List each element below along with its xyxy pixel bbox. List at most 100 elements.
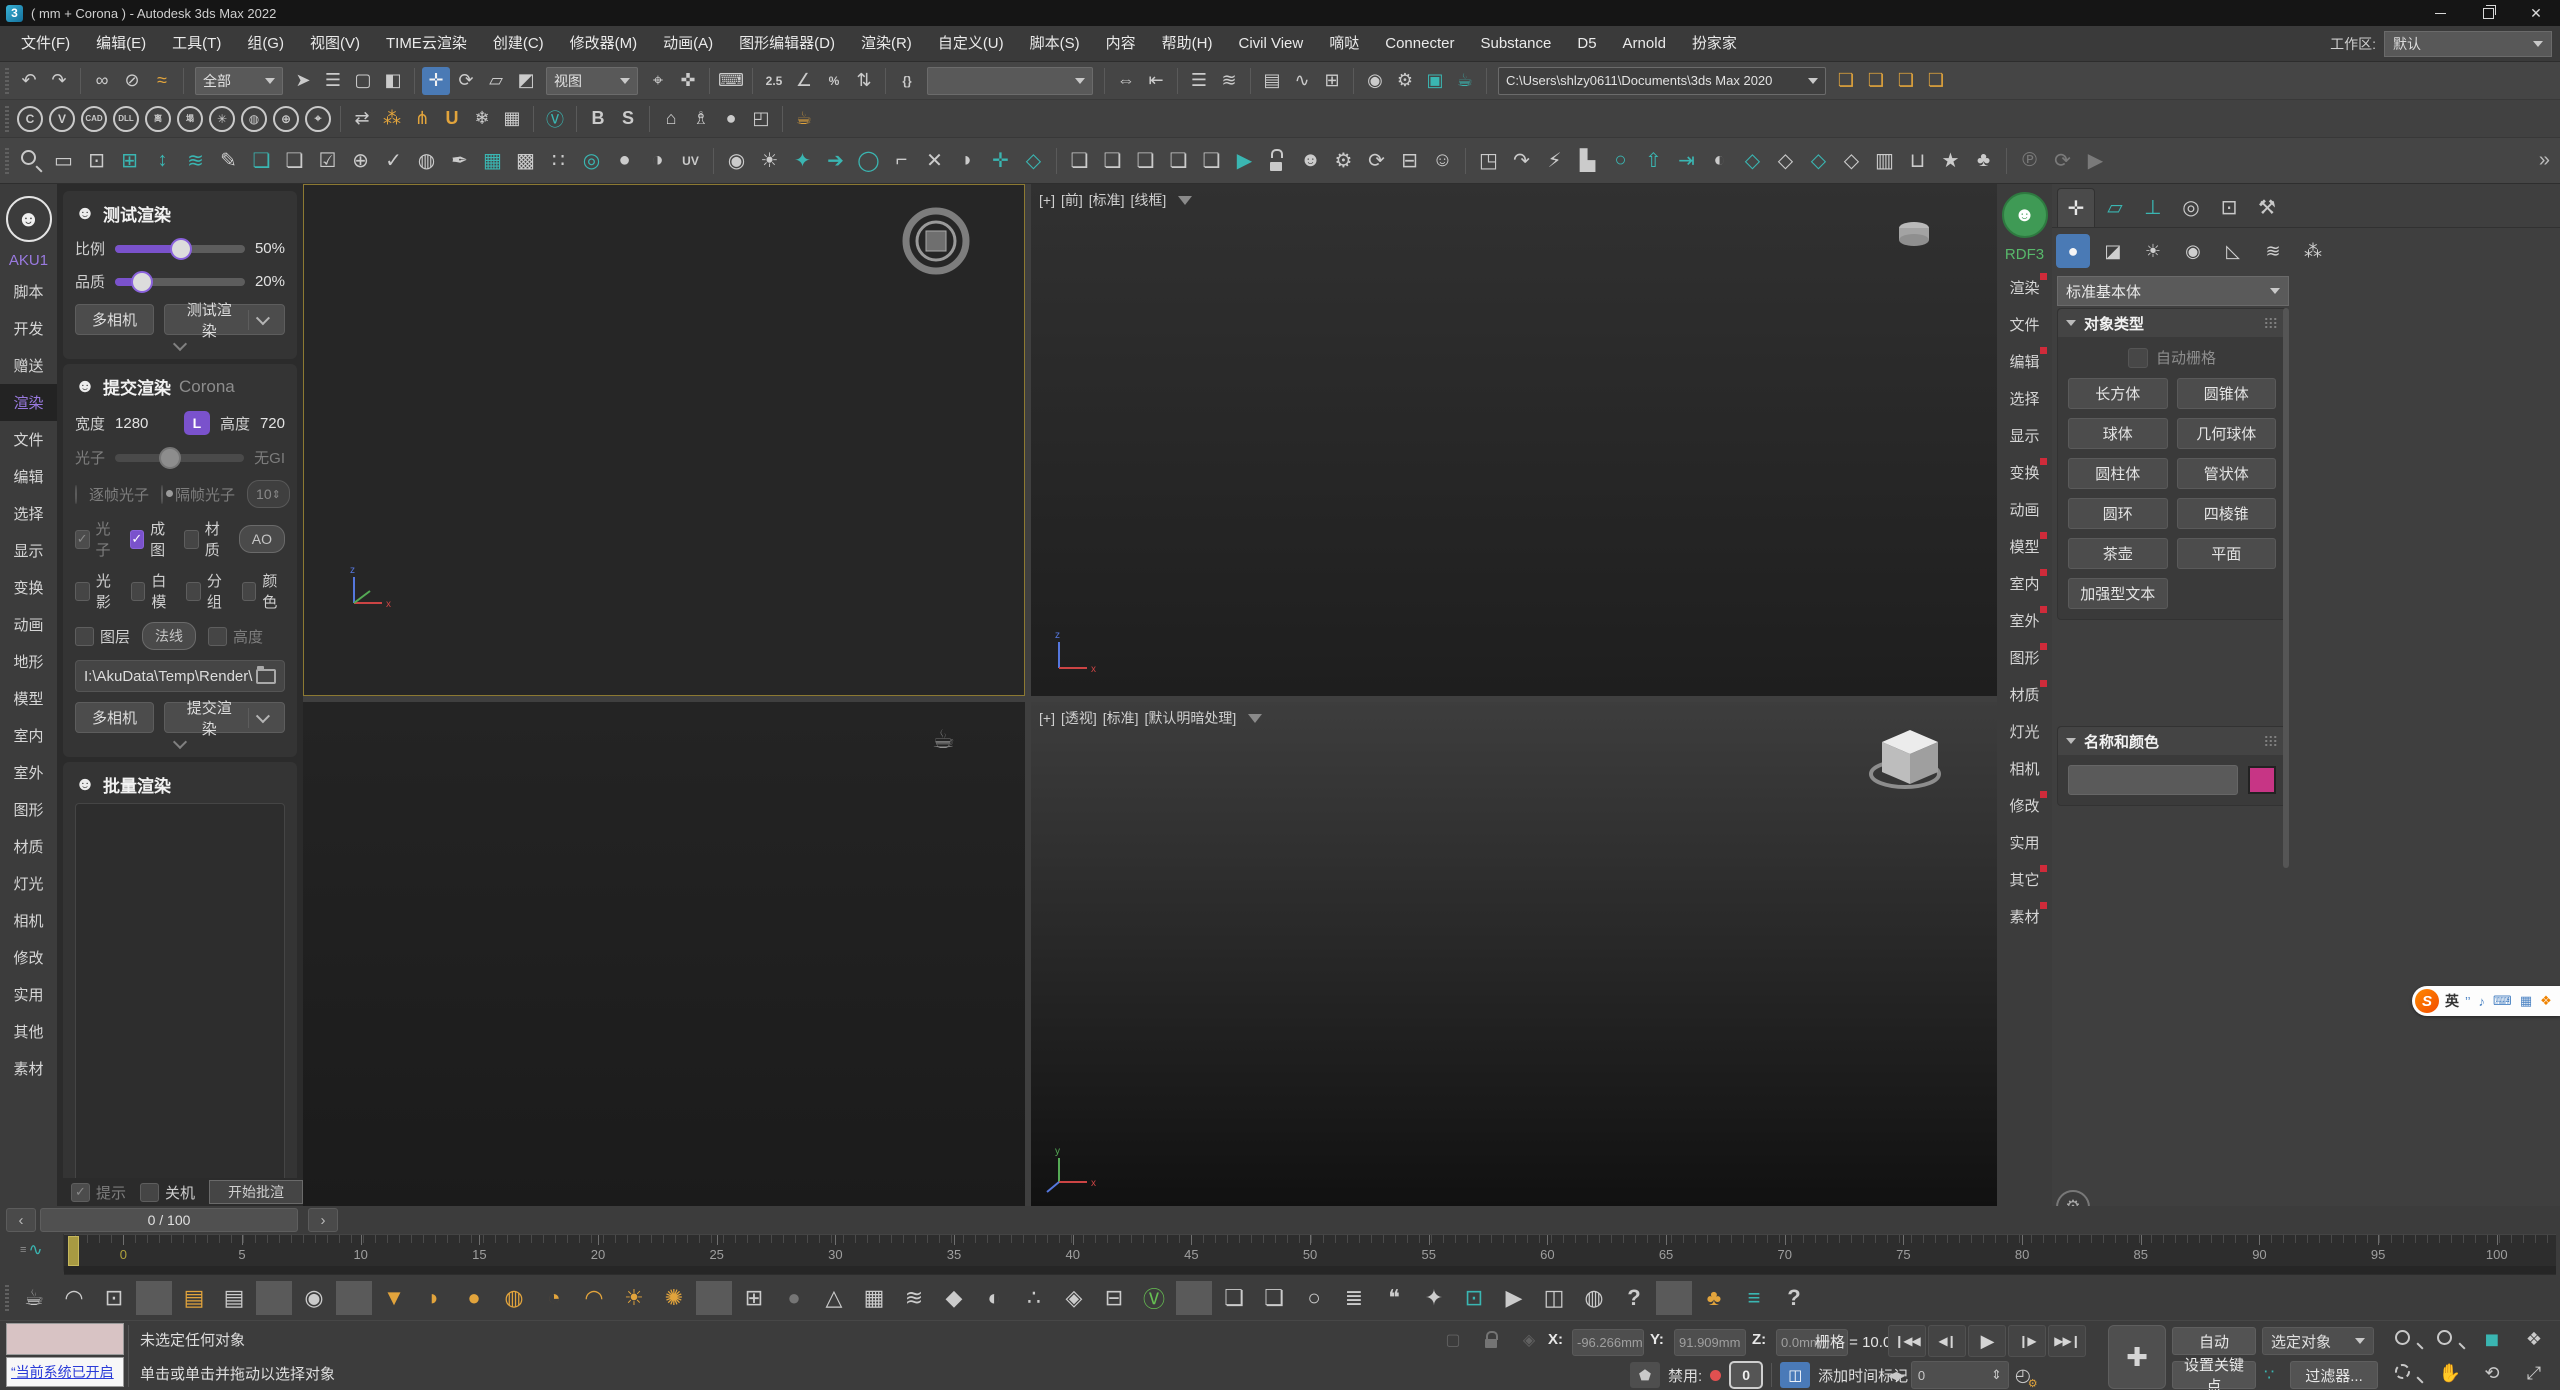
cad-plugin-icon[interactable]: CAD <box>81 105 107 132</box>
align-icon[interactable]: ⇤ <box>1142 67 1170 95</box>
menu-item[interactable]: 修改器(M) <box>557 26 651 62</box>
left-dock-tab[interactable]: 选择 <box>0 495 57 532</box>
viewport-label-item[interactable]: [+] <box>1039 710 1055 726</box>
per-frame-radio[interactable] <box>75 484 77 504</box>
cube-icon[interactable]: ◇ <box>1018 145 1049 176</box>
measure-icon[interactable]: ↕ <box>147 145 178 176</box>
left-dock-tab[interactable]: 赠送 <box>0 347 57 384</box>
gear-icon[interactable]: ⚙ <box>1328 145 1359 176</box>
left-dock-tab[interactable]: 修改 <box>0 939 57 976</box>
menu-item[interactable]: 脚本(S) <box>1017 26 1093 62</box>
object-type-button[interactable]: 几何球体 <box>2176 418 2276 449</box>
sync-icon[interactable]: ⟳ <box>2047 145 2078 176</box>
set-keys-button[interactable]: 设置关键点 <box>2172 1357 2256 1390</box>
snap-25-icon[interactable]: 2.5 <box>760 67 788 95</box>
camera-icon[interactable]: ◆ <box>936 1281 972 1315</box>
right-dock-tab[interactable]: 选择 <box>1997 380 2052 417</box>
left-dock-tab[interactable]: 显示 <box>0 532 57 569</box>
find-plugin-icon[interactable]: ⌖ <box>305 105 331 132</box>
home-icon[interactable]: ⌂ <box>657 105 685 133</box>
viewport-label-item[interactable]: [标准] <box>1089 190 1125 210</box>
left-dock-tab[interactable]: 开发 <box>0 310 57 347</box>
left-dock-tab[interactable]: 脚本 <box>0 273 57 310</box>
cat-spacewarps[interactable]: ≋ <box>2256 234 2290 268</box>
aku-logo-icon[interactable]: ☻ <box>5 196 52 242</box>
viewport-camera[interactable]: z x <box>303 184 1025 696</box>
arc-icon[interactable]: ◠ <box>56 1281 92 1315</box>
pan-button[interactable]: ✋ <box>2431 1359 2469 1387</box>
tab-motion[interactable]: ◎ <box>2173 189 2209 227</box>
sphere-wire-icon[interactable]: ◍ <box>1576 1281 1612 1315</box>
clip-target-icon[interactable]: ❏ <box>1196 145 1227 176</box>
cat-systems[interactable]: ⁂ <box>2296 234 2330 268</box>
render-option-checkbox[interactable]: 光子 <box>75 518 118 560</box>
checker-cursor-icon[interactable]: ▩ <box>510 145 541 176</box>
split-view-icon[interactable]: ◫ <box>1536 1281 1572 1315</box>
sphere-icon[interactable]: ● <box>717 105 745 133</box>
zoom-all-button[interactable] <box>2431 1325 2469 1353</box>
height-value[interactable]: 720 <box>260 415 285 432</box>
v-plugin-icon[interactable]: V <box>49 105 75 132</box>
y-coordinate-field[interactable]: 91.909mm <box>1674 1329 1746 1356</box>
lock-icon[interactable] <box>1262 145 1293 176</box>
transform-typein-icon[interactable]: ◈ <box>1515 1327 1543 1353</box>
menu-item[interactable]: 嘀哒 <box>1316 26 1372 62</box>
listener-output[interactable]: “当前系统已开启 <box>6 1357 124 1387</box>
right-dock-tab[interactable]: 显示 <box>1997 417 2052 454</box>
edit-named-sets-icon[interactable]: {} <box>893 67 921 95</box>
viewport-label-item[interactable]: [前] <box>1061 190 1083 210</box>
tab-hierarchy[interactable]: ⊥ <box>2135 189 2171 227</box>
viewport-label-item[interactable]: [线框] <box>1131 190 1167 210</box>
close-button[interactable]: ✕ <box>2512 0 2560 26</box>
cone-light-icon[interactable]: ▼ <box>376 1281 412 1315</box>
frame-nudge-icon[interactable]: ◀▶ <box>1888 1369 1905 1382</box>
interval-frame-radio[interactable] <box>161 484 174 504</box>
unlink-icon[interactable]: ⊘ <box>118 67 146 95</box>
undo-icon[interactable]: ↶ <box>15 67 43 95</box>
cat-shapes[interactable]: ◪ <box>2096 234 2130 268</box>
rdf-logo-icon[interactable]: ☻ <box>2001 192 2048 238</box>
scale-slider[interactable] <box>115 237 245 260</box>
right-dock-tab[interactable]: 实用 <box>1997 824 2052 861</box>
curve-editor-icon[interactable]: ∿ <box>1288 67 1316 95</box>
zoom-extents-all-button[interactable]: ❖ <box>2515 1325 2553 1353</box>
left-dock-tab[interactable]: 动画 <box>0 606 57 643</box>
photon-slider[interactable] <box>115 446 245 469</box>
pyramid-icon[interactable]: △ <box>816 1281 852 1315</box>
chat-icon[interactable]: ❝ <box>1376 1281 1412 1315</box>
viewport-front[interactable]: [+] [前] [标准] [线框] z x <box>1031 184 1997 696</box>
object-type-button[interactable]: 茶壶 <box>2068 538 2168 569</box>
globe-plugin-icon[interactable]: ⊕ <box>273 105 299 132</box>
collapse-handle[interactable] <box>75 336 285 352</box>
star-icon[interactable]: ★ <box>1935 145 1966 176</box>
tree-icon[interactable]: ♣ <box>1968 145 1999 176</box>
redo-icon[interactable]: ↷ <box>45 67 73 95</box>
menu-item[interactable]: 编辑(E) <box>83 26 159 62</box>
selection-lock-icon[interactable] <box>1477 1327 1505 1353</box>
bin-icon[interactable]: ⊔ <box>1902 145 1933 176</box>
frame-icon[interactable]: ◰ <box>747 105 775 133</box>
geosphere-light-icon[interactable]: ◍ <box>496 1281 532 1315</box>
render-option-checkbox[interactable]: 材质 <box>184 518 227 560</box>
separator[interactable] <box>696 1281 732 1315</box>
user2-icon[interactable]: ☺ <box>1427 145 1458 176</box>
sogou-logo-icon[interactable]: S <box>2415 989 2439 1013</box>
edit-icon[interactable]: ✎ <box>213 145 244 176</box>
lamp-icon[interactable]: ♗ <box>687 105 715 133</box>
render-option-checkbox[interactable]: 白模 <box>130 570 175 612</box>
menu-item[interactable]: 内容 <box>1093 26 1149 62</box>
transfer-icon[interactable]: ⇄ <box>348 105 376 133</box>
ta-plugin-icon[interactable]: 塌 <box>177 105 203 132</box>
folder-icon[interactable] <box>256 665 276 684</box>
cube-plain-icon[interactable]: ◇ <box>1836 145 1867 176</box>
wheel-plugin-icon[interactable]: ✳ <box>209 105 235 132</box>
separator[interactable] <box>713 147 714 174</box>
display-icon[interactable]: ⊡ <box>81 145 112 176</box>
tab-display[interactable]: ⊡ <box>2211 189 2247 227</box>
circle-check-icon[interactable]: ✓ <box>378 145 409 176</box>
menu-item[interactable]: 图形编辑器(D) <box>726 26 848 62</box>
u-badge-icon[interactable]: U <box>438 105 466 133</box>
right-dock-tab[interactable]: 材质 <box>1997 676 2052 713</box>
stats-icon[interactable]: ▙ <box>1572 145 1603 176</box>
rollout-header[interactable]: 对象类型 <box>2058 309 2286 337</box>
